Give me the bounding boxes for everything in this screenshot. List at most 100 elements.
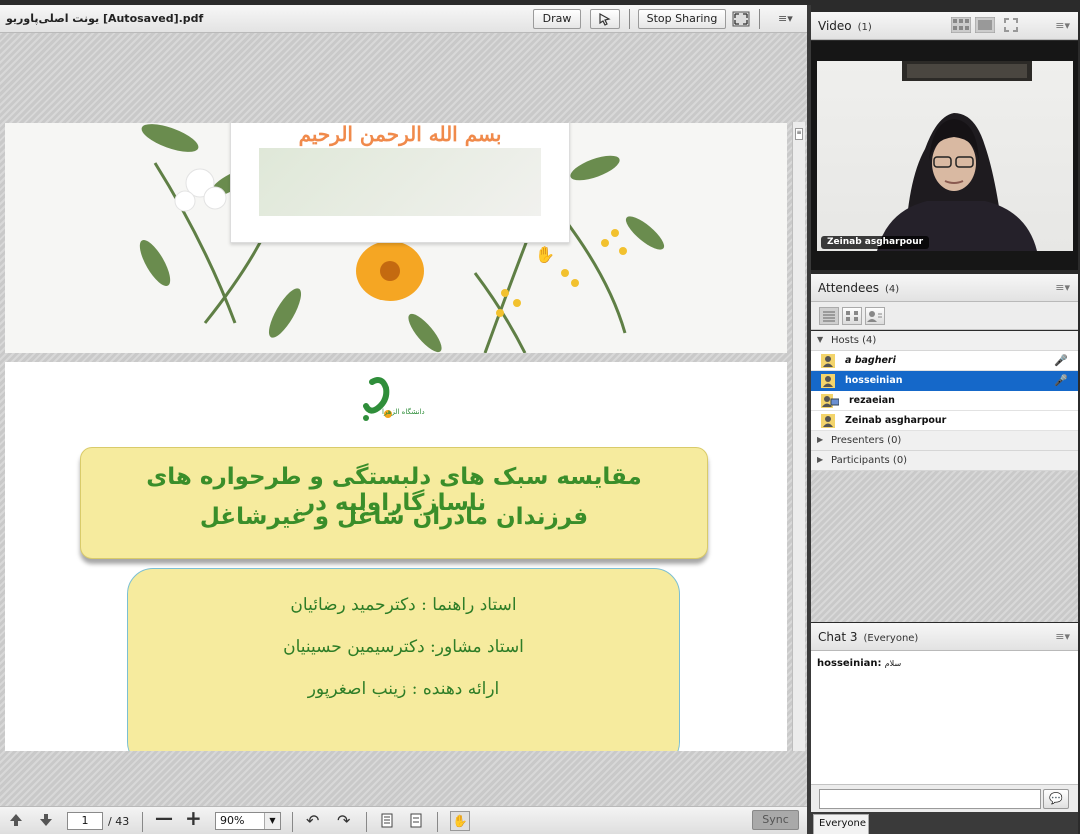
attendee-list: ▼ Hosts (4) a bagheri 🎤 hosseinian 🎤 rez… [811,331,1078,622]
previous-page-icon[interactable] [9,813,23,831]
sync-button[interactable]: Sync [752,810,799,830]
chat-tabs: Everyone [811,812,1078,834]
document-scrollbar[interactable]: ≡ [792,122,805,751]
university-logo: دانشگاه الزهرا [342,374,432,426]
camera-name-label: Zeinab asgharpour [821,236,930,249]
list-view-button[interactable] [819,307,839,325]
scrollbar-thumb[interactable]: ≡ [795,128,803,140]
title-box: مقایسه سبک های دلبستگی و طرحواره های ناس… [80,447,708,559]
chat-title-text: Chat 3 [818,630,858,644]
expanded-arrow-icon[interactable]: ▼ [817,335,823,344]
video-pod-menu-icon[interactable]: ≡▾ [1055,19,1070,32]
hand-tool-icon[interactable]: ✋ [450,811,470,831]
fit-page-icon[interactable] [409,813,423,833]
toolbar-separator [759,9,760,29]
frame-inner [259,148,541,216]
undo-icon[interactable]: ↶ [306,813,319,829]
filmstrip-view-icon[interactable] [974,16,996,37]
chat-compose: 💬 [811,784,1078,812]
chat-pod-title: Chat 3 (Everyone) [818,630,918,644]
stop-sharing-button[interactable]: Stop Sharing [638,9,726,29]
microphone-icon: 🎤 [1054,354,1068,367]
hosts-group[interactable]: ▼ Hosts (4) [811,331,1078,351]
attendees-pod-header: Attendees (4) ≡▾ [811,274,1078,302]
chevron-down-icon[interactable]: ▼ [264,813,280,829]
attendee-row[interactable]: a bagheri 🎤 [811,351,1078,371]
webcam-person [877,61,1037,251]
chat-scope: (Everyone) [863,633,919,644]
host-user-icon [821,414,835,428]
attendee-row-selected[interactable]: hosseinian 🎤 [811,371,1078,391]
slide-2: دانشگاه الزهرا مقایسه سبک های دلبستگی و … [5,362,787,751]
collapsed-arrow-icon[interactable]: ▶ [817,435,823,444]
video-area: Zeinab asgharpour [811,41,1078,270]
next-page-icon[interactable] [39,813,53,831]
title-line-2: فرزندان مادران شاغل و غیرشاغل [199,504,589,530]
consultant-text: استاد مشاور: دکترسیمین حسینیان [283,637,524,657]
attendee-row[interactable]: Zeinab asgharpour [811,411,1078,431]
zoom-select[interactable]: 90% ▼ [215,812,281,830]
share-pod: یونت اصلی‌پاوریو [Autosaved].pdf Draw St… [0,5,807,834]
pointer-icon [599,12,611,26]
host-screen-share-icon [821,394,839,408]
attendees-title-text: Attendees [818,281,880,295]
document-title: یونت اصلی‌پاوریو [Autosaved].pdf [6,12,204,25]
share-menu-icon[interactable]: ≡▾ [778,12,793,25]
breakout-view-icon [846,311,858,321]
status-view-button[interactable] [865,307,885,325]
chat-pod-menu-icon[interactable]: ≡▾ [1055,630,1070,643]
send-message-icon[interactable]: 💬 [1043,789,1069,809]
basmala-heading: بسم الله الرحمن الرحیم [298,123,502,146]
draw-button[interactable]: Draw [533,9,581,29]
share-toolbar: یونت اصلی‌پاوریو [Autosaved].pdf Draw St… [0,5,807,33]
toolbar-separator [437,812,438,832]
fullscreen-button[interactable] [732,11,750,31]
participants-group[interactable]: ▶ Participants (0) [811,451,1078,471]
breakout-view-button[interactable] [842,307,862,325]
hand-cursor-icon: ✋ [535,245,555,264]
presenters-label: Presenters (0) [831,435,902,446]
slide-1: بسم الله الرحمن الرحیم ✋ [5,123,787,353]
attendee-name: hosseinian [845,375,903,386]
advisor-text: استاد راهنما : دکترحمید رضائیان [290,595,517,615]
redo-icon[interactable]: ↷ [337,813,350,829]
fullscreen-icon [732,11,750,27]
chat-input[interactable] [819,789,1041,809]
document-toolbar: 1 / 43 — + 90% ▼ ↶ ↷ ✋ Sync [0,806,807,834]
chat-message: hosseinian: سلام [817,658,901,669]
microphone-icon: 🎤 [1054,374,1068,387]
tab-everyone[interactable]: Everyone [813,814,869,834]
host-user-icon [821,354,835,368]
status-view-icon [867,311,882,322]
hosts-label: Hosts (4) [831,335,877,346]
logo-text: دانشگاه الزهرا [382,408,425,416]
attendees-view-toolbar [811,302,1078,330]
zoom-value: 90% [220,814,245,827]
single-page-icon[interactable] [380,813,394,833]
attendee-name: a bagheri [845,355,896,366]
fullscreen-video-icon[interactable] [1003,17,1019,37]
collapsed-arrow-icon[interactable]: ▶ [817,455,823,464]
toolbar-separator [292,812,293,832]
attendees-pod-menu-icon[interactable]: ≡▾ [1055,281,1070,294]
presenters-group[interactable]: ▶ Presenters (0) [811,431,1078,451]
pointer-tool-button[interactable] [590,9,620,29]
camera-feed: Zeinab asgharpour [817,61,1073,251]
toolbar-separator [366,812,367,832]
presenter-text: ارائه دهنده : زینب اصغرپور [307,679,500,699]
list-view-icon [823,311,835,322]
zoom-out-icon[interactable]: — [155,810,173,828]
attendee-row[interactable]: rezaeian [811,391,1078,411]
document-viewport[interactable]: بسم الله الرحمن الرحیم ✋ دانشگاه الزهرا … [0,33,807,806]
toolbar-separator [629,9,630,29]
attendees-pod-title: Attendees (4) [818,281,899,295]
video-pod-header: Video (1) ≡▾ [811,12,1078,40]
page-total: / 43 [108,815,130,828]
page-number-input[interactable]: 1 [67,812,103,830]
attendee-name: rezaeian [849,395,895,406]
zoom-in-icon[interactable]: + [185,808,202,828]
chat-pod-header: Chat 3 (Everyone) ≡▾ [811,623,1078,651]
grid-view-icon[interactable] [950,16,972,37]
chat-sender: hosseinian: [817,658,882,669]
adobe-connect-window: یونت اصلی‌پاوریو [Autosaved].pdf Draw St… [0,0,1080,834]
